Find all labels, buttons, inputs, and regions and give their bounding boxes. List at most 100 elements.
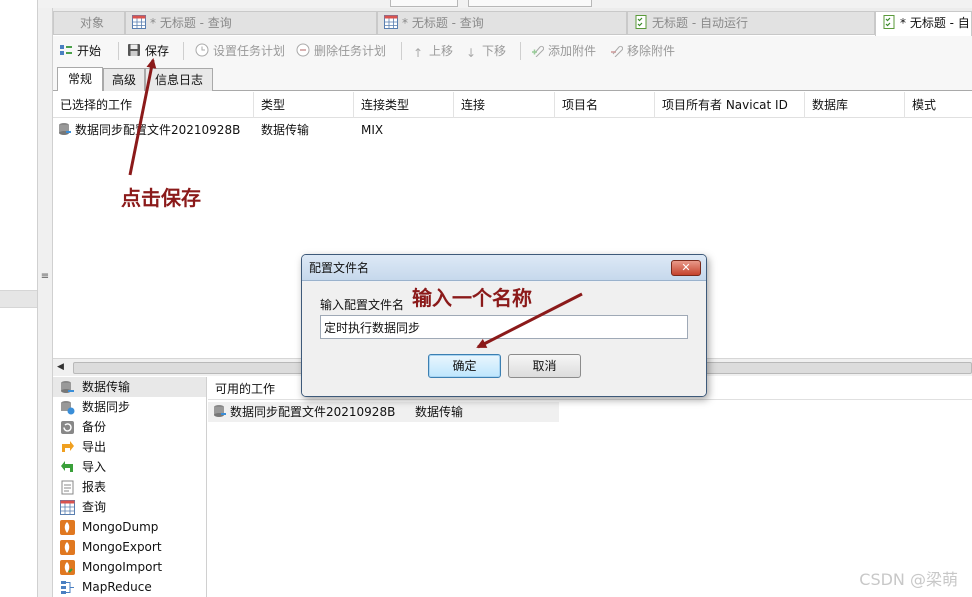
job-type-query[interactable]: 查询 [53, 497, 206, 517]
top-strip [38, 0, 972, 8]
start-button[interactable]: 开始 [59, 42, 101, 60]
arrow-up-icon: ↑ [412, 46, 424, 60]
job-type-mapreduce[interactable]: MapReduce [53, 577, 206, 597]
job-type-mongoexport[interactable]: MongoExport [53, 537, 206, 557]
tab-automation-active[interactable]: * 无标题 - 自 [875, 11, 972, 36]
tab-objects[interactable]: 对象 [53, 11, 125, 34]
job-type-backup[interactable]: 备份 [53, 417, 206, 437]
profile-name-input[interactable] [320, 315, 688, 339]
save-button[interactable]: 保存 [127, 42, 169, 60]
navigation-selected-row[interactable] [0, 290, 37, 308]
mongoexport-icon [60, 540, 75, 555]
start-label: 开始 [77, 44, 102, 58]
dialog-title: 配置文件名 [309, 261, 370, 275]
available-job-type: 数据传输 [415, 405, 464, 419]
start-icon [60, 45, 72, 55]
save-hint-annotation: 点击保存 [121, 186, 201, 210]
data-transfer-icon [61, 381, 74, 393]
pane-splitter[interactable]: ≡ [37, 0, 53, 597]
clock-icon [195, 43, 209, 57]
tab-label: 无标题 - 自动运行 [652, 16, 748, 30]
ok-button[interactable]: 确定 [428, 354, 501, 378]
table-row[interactable]: 数据同步配置文件20210928B 数据传输 MIX [53, 120, 972, 140]
tab-label: 对象 [80, 16, 105, 30]
cell-text: 数据同步配置文件20210928B [230, 405, 396, 419]
move-down-button[interactable]: ↓ 下移 [464, 42, 506, 60]
grid-header: 已选择的工作 类型 连接类型 连接 项目名 项目所有者 Navicat ID 数… [53, 92, 972, 118]
set-schedule-button[interactable]: 设置任务计划 [195, 42, 285, 60]
tab-label: * 无标题 - 查询 [402, 16, 484, 30]
column-header[interactable]: 项目名 [555, 92, 655, 118]
navigation-pane [0, 0, 37, 597]
scroll-left-icon[interactable]: ◀ [57, 362, 64, 372]
toolbar-separator [183, 42, 184, 60]
list-item-label: MongoExport [82, 540, 162, 554]
tab-label: 常规 [67, 72, 92, 86]
data-transfer-icon [59, 123, 71, 135]
remove-attachment-button[interactable]: 移除附件 [609, 42, 675, 60]
list-item-label: 查询 [82, 500, 107, 514]
remove-attachment-label: 移除附件 [627, 44, 676, 58]
profile-name-label: 输入配置文件名 [320, 298, 405, 312]
column-header[interactable]: 连接 [454, 92, 555, 118]
export-arrow-icon [62, 441, 74, 452]
save-label: 保存 [145, 44, 170, 58]
splitter-grip-icon: ≡ [40, 271, 50, 282]
tab-general[interactable]: 常规 [57, 67, 103, 91]
list-item-label: MongoImport [82, 560, 163, 574]
cancel-button[interactable]: 取消 [508, 354, 581, 378]
tab-bar: 对象 * 无标题 - 查询 * 无标题 - 查询 无标题 - 自动运行 * 无标… [53, 8, 972, 36]
list-item-label: MapReduce [82, 580, 152, 594]
delete-schedule-button[interactable]: 删除任务计划 [296, 42, 386, 60]
column-header[interactable]: 项目所有者 Navicat ID [655, 92, 805, 118]
column-header[interactable]: 模式 [905, 92, 972, 118]
available-jobs-panel: 可用的工作 数据同步配置文件20210928B 数据传输 [208, 377, 972, 597]
toolbar-separator [401, 42, 402, 60]
add-attachment-button[interactable]: 添加附件 [530, 42, 596, 60]
job-type-export[interactable]: 导出 [53, 437, 206, 457]
job-type-report[interactable]: 报表 [53, 477, 206, 497]
tab-advanced[interactable]: 高级 [103, 68, 145, 91]
report-icon [61, 480, 74, 495]
list-item-label: 导出 [82, 440, 107, 454]
list-item-label: 导入 [82, 460, 107, 474]
column-header[interactable]: 数据库 [805, 92, 905, 118]
table-icon [384, 15, 398, 29]
table-icon [60, 500, 75, 515]
column-header[interactable]: 类型 [254, 92, 354, 118]
list-item-label: 数据传输 [82, 380, 131, 394]
job-type-data-sync[interactable]: 数据同步 [53, 397, 206, 417]
watermark: CSDN @梁萌 [859, 570, 958, 589]
list-item-label: MongoDump [82, 520, 159, 534]
job-name-cell: 数据同步配置文件20210928B [53, 120, 254, 140]
tab-automation[interactable]: 无标题 - 自动运行 [627, 11, 875, 34]
list-item-label: 报表 [82, 480, 107, 494]
tab-label: * 无标题 - 查询 [150, 16, 232, 30]
column-header[interactable]: 连接类型 [354, 92, 454, 118]
data-sync-icon [61, 401, 75, 415]
mongoimport-icon [60, 560, 75, 575]
checklist-icon [635, 15, 647, 29]
tab-query-2[interactable]: * 无标题 - 查询 [377, 11, 627, 34]
set-schedule-label: 设置任务计划 [213, 44, 286, 58]
connection-type-cell: MIX [361, 123, 384, 137]
tab-label: 高级 [111, 73, 136, 87]
backup-icon [61, 421, 74, 434]
toolbar-separator [520, 42, 521, 60]
tab-query-1[interactable]: * 无标题 - 查询 [125, 11, 377, 34]
job-type-mongodump[interactable]: MongoDump [53, 517, 206, 537]
list-item[interactable]: 数据同步配置文件20210928B 数据传输 [208, 402, 559, 422]
settings-tabs: 常规 高级 信息日志 [53, 66, 972, 91]
move-up-button[interactable]: ↑ 上移 [411, 42, 453, 60]
job-type-import[interactable]: 导入 [53, 457, 206, 477]
clock-delete-icon [296, 43, 310, 57]
attachment-remove-icon [611, 45, 623, 57]
job-type-data-transfer[interactable]: 数据传输 [53, 377, 206, 397]
mongodump-icon [60, 520, 75, 535]
close-button[interactable]: ✕ [671, 260, 701, 276]
dialog-title-bar[interactable]: 配置文件名 ✕ [302, 255, 706, 281]
tab-message-log[interactable]: 信息日志 [145, 68, 213, 91]
table-icon [132, 15, 146, 29]
column-header[interactable]: 已选择的工作 [53, 92, 254, 118]
job-type-mongoimport[interactable]: MongoImport [53, 557, 206, 577]
